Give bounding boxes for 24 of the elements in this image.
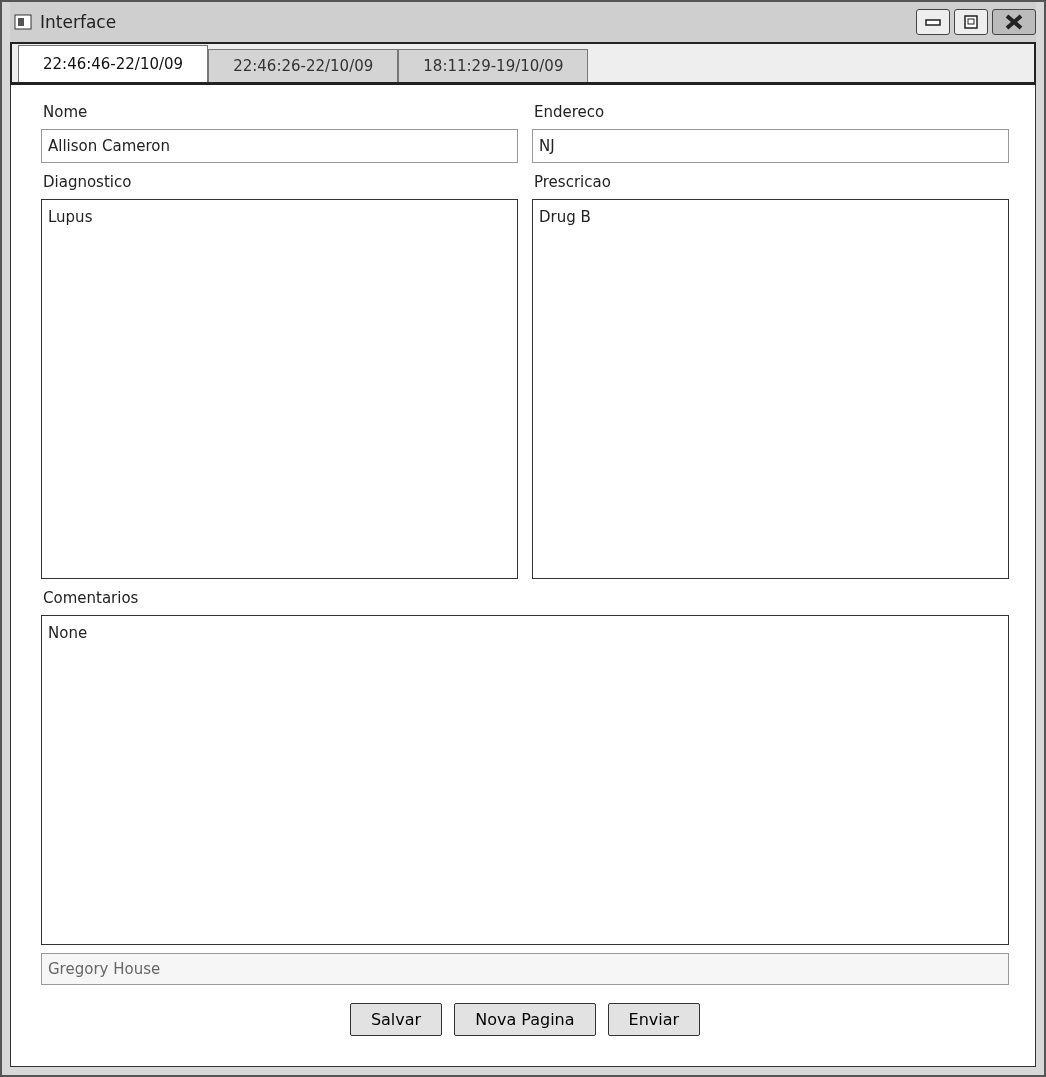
doctor-field[interactable]: Gregory House	[41, 953, 1009, 985]
app-icon	[14, 14, 32, 30]
diagnosis-field[interactable]: Lupus	[41, 199, 518, 579]
close-button[interactable]	[992, 9, 1036, 35]
name-field[interactable]: Allison Cameron	[41, 129, 518, 163]
form-button[interactable]: Salvar	[349, 1003, 443, 1036]
tab[interactable]: 22:46:46-22/10/09	[18, 45, 209, 82]
field-label: Prescricao	[533, 172, 612, 193]
window-title: Interface	[40, 12, 117, 32]
form-button[interactable]: Nova Pagina	[454, 1003, 596, 1036]
form-button[interactable]: Enviar	[607, 1003, 701, 1036]
maximize-icon	[963, 15, 979, 29]
maximize-button[interactable]	[954, 9, 988, 35]
minimize-icon	[924, 17, 942, 27]
prescription-field[interactable]: Drug B	[532, 199, 1009, 579]
field-label: Diagnostico	[42, 172, 133, 193]
field-label: Endereco	[533, 102, 606, 123]
field-label: Nome	[42, 102, 89, 123]
address-field[interactable]: NJ	[532, 129, 1009, 163]
comments-field[interactable]: None	[41, 615, 1009, 945]
tab[interactable]: 22:46:26-22/10/09	[208, 49, 399, 82]
tab[interactable]: 18:11:29-19/10/09	[398, 49, 589, 82]
minimize-button[interactable]	[916, 9, 950, 35]
field-label: Comentarios	[42, 588, 140, 609]
